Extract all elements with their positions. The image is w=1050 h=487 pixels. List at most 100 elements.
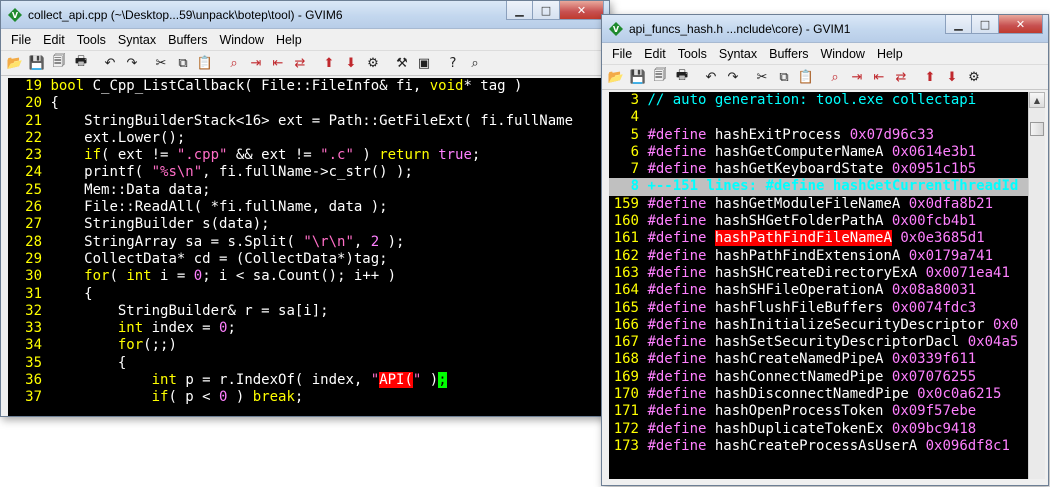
maximize-button[interactable]: □ xyxy=(972,15,999,34)
minimize-button[interactable]: ▁ xyxy=(506,1,533,20)
menu-buffers[interactable]: Buffers xyxy=(162,33,213,47)
code-line[interactable]: 24 printf( "%s\n", fi.fullName->c_str() … xyxy=(8,164,609,181)
load-session-icon[interactable]: ⬆ xyxy=(319,53,339,73)
open-icon[interactable]: 📂 xyxy=(5,53,25,73)
code-line[interactable]: 170 #define hashDisconnectNamedPipe 0x0c… xyxy=(609,386,1028,403)
menu-help[interactable]: Help xyxy=(270,33,308,47)
maximize-button[interactable]: □ xyxy=(533,1,560,20)
menu-buffers[interactable]: Buffers xyxy=(763,47,814,61)
code-line[interactable]: 34 for(;;) xyxy=(8,337,609,354)
code-line[interactable]: 31 { xyxy=(8,286,609,303)
redo-icon[interactable]: ↷ xyxy=(122,53,142,73)
save-all-icon[interactable]: 🗐 xyxy=(650,67,670,87)
save-all-icon[interactable]: 🗐 xyxy=(49,53,69,73)
menu-edit[interactable]: Edit xyxy=(37,33,71,47)
minimize-button[interactable]: ▁ xyxy=(945,15,972,34)
scrollbar-thumb[interactable] xyxy=(1030,122,1044,136)
code-line[interactable]: 166 #define hashInitializeSecurityDescri… xyxy=(609,317,1028,334)
cut-icon[interactable]: ✂ xyxy=(151,53,171,73)
menu-file[interactable]: File xyxy=(5,33,37,47)
menu-syntax[interactable]: Syntax xyxy=(713,47,763,61)
menu-syntax[interactable]: Syntax xyxy=(112,33,162,47)
code-line[interactable]: 4 xyxy=(609,109,1028,126)
close-button[interactable]: ✕ xyxy=(560,1,604,20)
save-icon[interactable]: 💾 xyxy=(27,53,47,73)
find-next-icon[interactable]: ⇥ xyxy=(246,53,266,73)
code-line[interactable]: 26 File::ReadAll( *fi.fullName, data ); xyxy=(8,199,609,216)
code-line[interactable]: 29 CollectData* cd = (CollectData*)tag; xyxy=(8,251,609,268)
scroll-up-icon[interactable]: ▲ xyxy=(1029,92,1045,108)
find-help-icon[interactable]: ⌕ xyxy=(465,53,485,73)
open-icon[interactable]: 📂 xyxy=(606,67,626,87)
print-icon[interactable]: 🖶 xyxy=(71,53,91,73)
gvim-window-api-funcs-hash[interactable]: V api_funcs_hash.h ...nclude\core) - GVI… xyxy=(601,14,1049,486)
paste-icon[interactable]: 📋 xyxy=(796,67,816,87)
menu-help[interactable]: Help xyxy=(871,47,909,61)
undo-icon[interactable]: ↶ xyxy=(701,67,721,87)
find-icon[interactable]: ⌕ xyxy=(224,53,244,73)
code-line[interactable]: 21 StringBuilderStack<16> ext = Path::Ge… xyxy=(8,113,609,130)
load-session-icon[interactable]: ⬆ xyxy=(920,67,940,87)
code-line[interactable]: 171 #define hashOpenProcessToken 0x09f57… xyxy=(609,403,1028,420)
replace-icon[interactable]: ⇄ xyxy=(891,67,911,87)
menu-tools[interactable]: Tools xyxy=(71,33,112,47)
menu-tools[interactable]: Tools xyxy=(672,47,713,61)
code-line[interactable]: 169 #define hashConnectNamedPipe 0x07076… xyxy=(609,369,1028,386)
code-line[interactable]: 22 ext.Lower(); xyxy=(8,130,609,147)
save-session-icon[interactable]: ⬇ xyxy=(341,53,361,73)
vertical-scrollbar[interactable]: ▲ xyxy=(1028,92,1045,479)
code-line[interactable]: 32 StringBuilder& r = sa[i]; xyxy=(8,303,609,320)
code-line[interactable]: 27 StringBuilder s(data); xyxy=(8,216,609,233)
find-prev-icon[interactable]: ⇤ xyxy=(268,53,288,73)
code-line[interactable]: 28 StringArray sa = s.Split( "\r\n", 2 )… xyxy=(8,234,609,251)
title-bar[interactable]: V collect_api.cpp (~\Desktop...59\unpack… xyxy=(1,1,609,29)
save-icon[interactable]: 💾 xyxy=(628,67,648,87)
close-button[interactable]: ✕ xyxy=(999,15,1043,34)
fold-line[interactable]: 8 +--151 lines: #define hashGetCurrentTh… xyxy=(609,178,1028,196)
code-line[interactable]: 173 #define hashCreateProcessAsUserA 0x0… xyxy=(609,438,1028,455)
code-line[interactable]: 167 #define hashSetSecurityDescriptorDac… xyxy=(609,334,1028,351)
shell-icon[interactable]: ▣ xyxy=(414,53,434,73)
code-line[interactable]: 163 #define hashSHCreateDirectoryExA 0x0… xyxy=(609,265,1028,282)
code-line[interactable]: 168 #define hashCreateNamedPipeA 0x0339f… xyxy=(609,351,1028,368)
code-line[interactable]: 33 int index = 0; xyxy=(8,320,609,337)
copy-icon[interactable]: ⧉ xyxy=(173,53,193,73)
find-next-icon[interactable]: ⇥ xyxy=(847,67,867,87)
paste-icon[interactable]: 📋 xyxy=(195,53,215,73)
code-line[interactable]: 37 if( p < 0 ) break; xyxy=(8,389,609,406)
code-line[interactable]: 30 for( int i = 0; i < sa.Count(); i++ ) xyxy=(8,268,609,285)
title-bar[interactable]: V api_funcs_hash.h ...nclude\core) - GVI… xyxy=(602,15,1048,43)
copy-icon[interactable]: ⧉ xyxy=(774,67,794,87)
code-line[interactable]: 172 #define hashDuplicateTokenEx 0x09bc9… xyxy=(609,421,1028,438)
menu-file[interactable]: File xyxy=(606,47,638,61)
editor-pane[interactable]: 19 bool C_Cpp_ListCallback( File::FileIn… xyxy=(8,78,609,416)
help-icon[interactable]: ? xyxy=(443,53,463,73)
save-session-icon[interactable]: ⬇ xyxy=(942,67,962,87)
find-prev-icon[interactable]: ⇤ xyxy=(869,67,889,87)
undo-icon[interactable]: ↶ xyxy=(100,53,120,73)
code-line[interactable]: 23 if( ext != ".cpp" && ext != ".c" ) re… xyxy=(8,147,609,164)
code-line[interactable]: 35 { xyxy=(8,355,609,372)
menu-edit[interactable]: Edit xyxy=(638,47,672,61)
run-script-icon[interactable]: ⚙ xyxy=(363,53,383,73)
code-line[interactable]: 25 Mem::Data data; xyxy=(8,182,609,199)
cut-icon[interactable]: ✂ xyxy=(752,67,772,87)
code-line[interactable]: 20 { xyxy=(8,95,609,112)
code-line[interactable]: 6 #define hashGetComputerNameA 0x0614e3b… xyxy=(609,144,1028,161)
menu-window[interactable]: Window xyxy=(814,47,870,61)
code-line[interactable]: 19 bool C_Cpp_ListCallback( File::FileIn… xyxy=(8,78,609,95)
print-icon[interactable]: 🖶 xyxy=(672,67,692,87)
replace-icon[interactable]: ⇄ xyxy=(290,53,310,73)
code-line[interactable]: 164 #define hashSHFileOperationA 0x08a80… xyxy=(609,282,1028,299)
code-line[interactable]: 161 #define hashPathFindFileNameA 0x0e36… xyxy=(609,230,1028,247)
gvim-window-collect-api[interactable]: V collect_api.cpp (~\Desktop...59\unpack… xyxy=(0,0,610,417)
find-icon[interactable]: ⌕ xyxy=(825,67,845,87)
menu-window[interactable]: Window xyxy=(213,33,269,47)
editor-pane[interactable]: 3 // auto generation: tool.exe collectap… xyxy=(609,92,1028,479)
code-line[interactable]: 159 #define hashGetModuleFileNameA 0x0df… xyxy=(609,196,1028,213)
code-line[interactable]: 160 #define hashSHGetFolderPathA 0x00fcb… xyxy=(609,213,1028,230)
code-line[interactable]: 162 #define hashPathFindExtensionA 0x017… xyxy=(609,248,1028,265)
run-script-icon[interactable]: ⚙ xyxy=(964,67,984,87)
redo-icon[interactable]: ↷ xyxy=(723,67,743,87)
code-line[interactable]: 5 #define hashExitProcess 0x07d96c33 xyxy=(609,127,1028,144)
